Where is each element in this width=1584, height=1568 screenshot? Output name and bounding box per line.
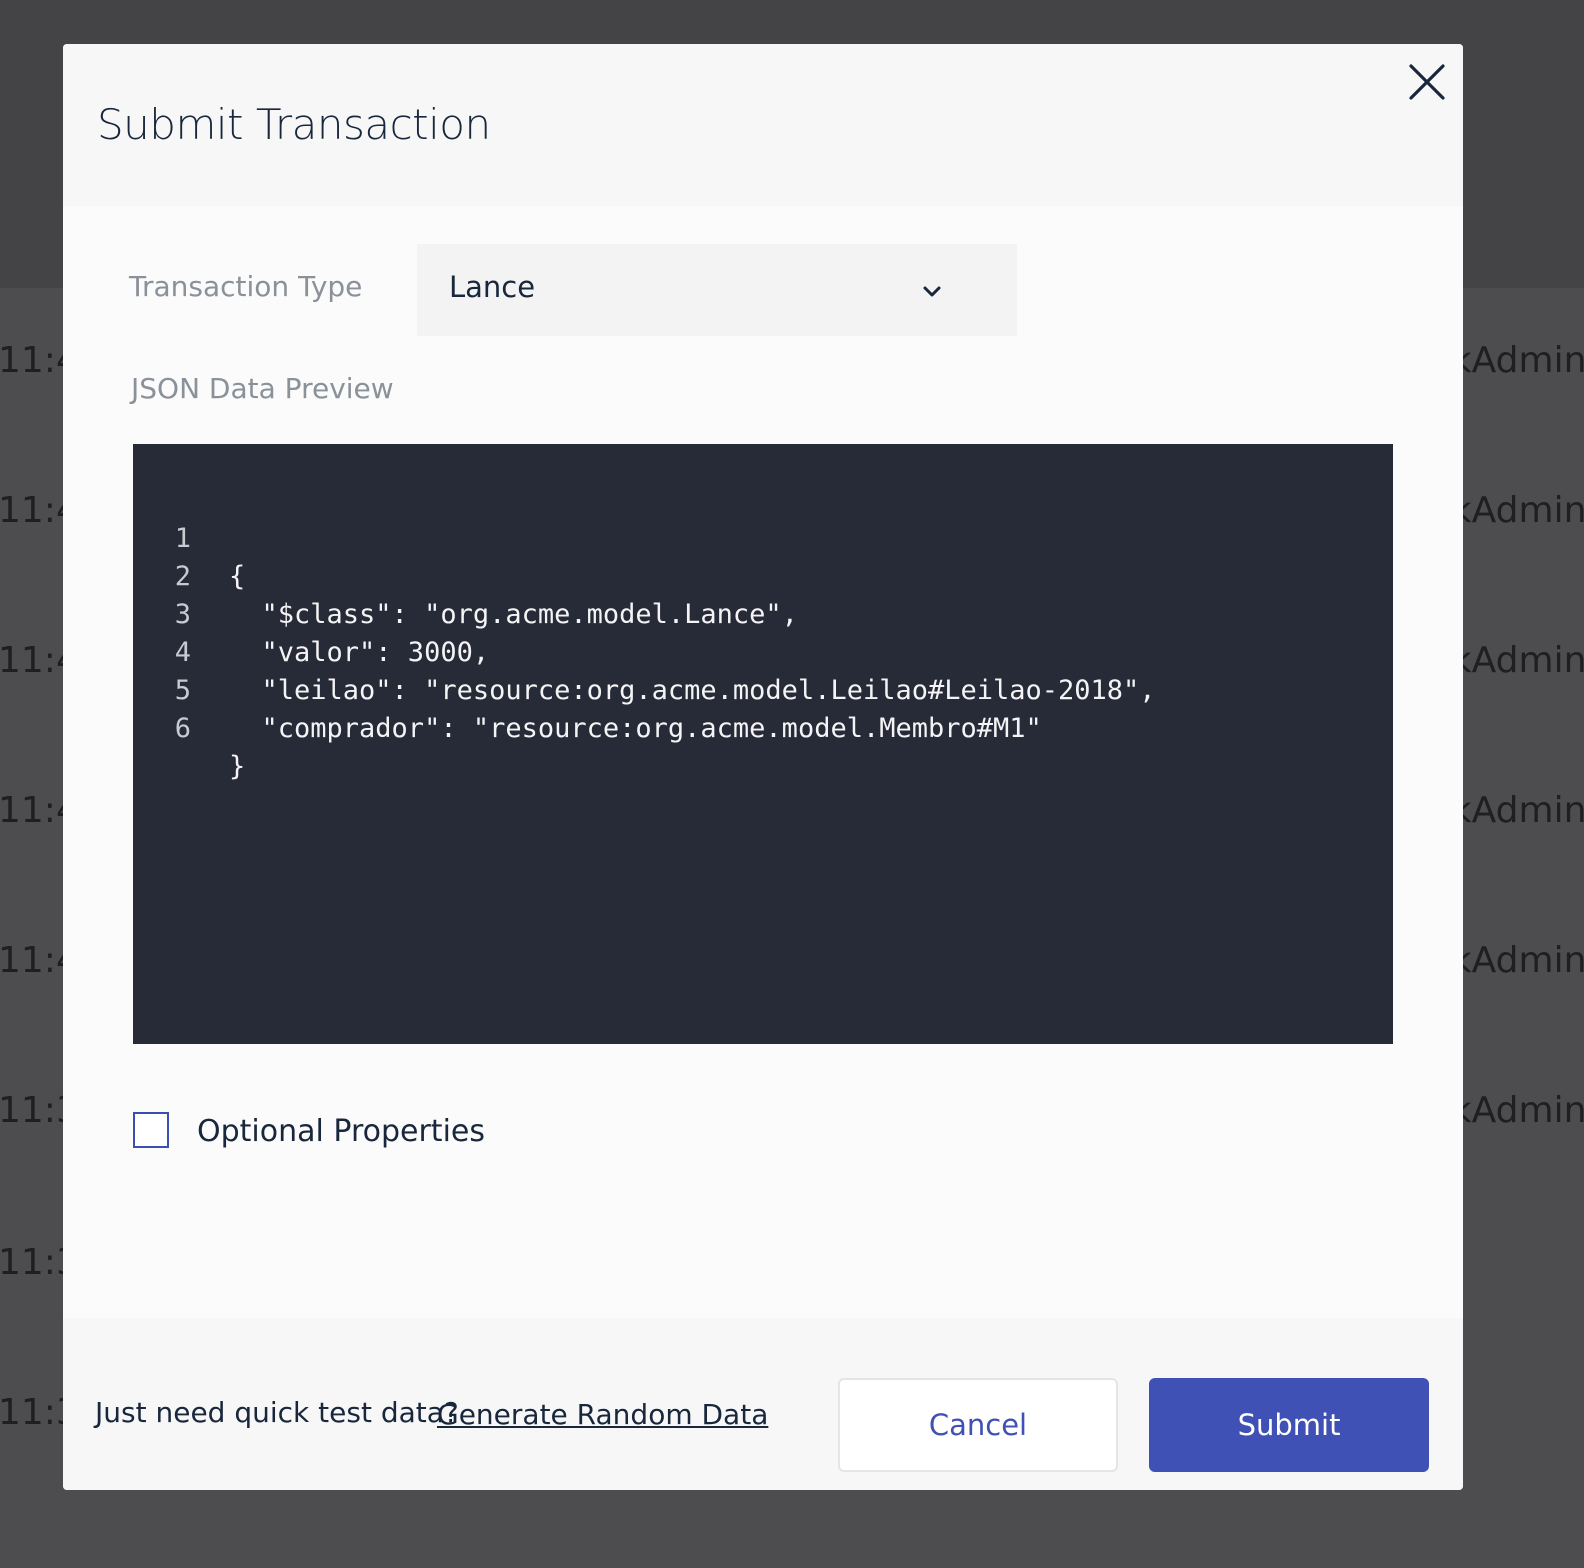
submit-button[interactable]: Submit xyxy=(1149,1378,1429,1472)
modal-body: Transaction Type Lance JSON Data Preview… xyxy=(63,206,1463,1318)
close-icon xyxy=(1409,64,1445,100)
json-code-editor[interactable]: 1 { 2 "$class": "org.acme.model.Lance", … xyxy=(133,444,1393,1044)
optional-properties-label: Optional Properties xyxy=(197,1114,485,1149)
transaction-type-value: Lance xyxy=(449,270,536,304)
code-line: 5 "comprador": "resource:org.acme.model.… xyxy=(133,634,1042,744)
transaction-type-select[interactable]: Lance xyxy=(417,244,1017,336)
quick-test-data-text: Just need quick test data? xyxy=(95,1396,459,1429)
optional-properties-checkbox[interactable] xyxy=(133,1112,169,1148)
modal-title: Submit Transaction xyxy=(97,100,491,149)
transaction-type-label: Transaction Type xyxy=(129,270,363,303)
code-line: 6 } xyxy=(133,672,263,782)
code-line: 3 "valor": 3000, xyxy=(133,558,489,668)
code-line: 2 "$class": "org.acme.model.Lance", xyxy=(133,520,798,630)
chevron-down-icon xyxy=(921,280,943,302)
modal-header: Submit Transaction xyxy=(63,44,1463,206)
modal-footer: Just need quick test data? Generate Rand… xyxy=(63,1318,1463,1490)
submit-transaction-modal: Submit Transaction Transaction Type Lanc… xyxy=(63,44,1463,1490)
json-preview-label: JSON Data Preview xyxy=(131,372,394,405)
code-text: "leilao": "resource:org.acme.model.Leila… xyxy=(229,675,1156,706)
close-button[interactable] xyxy=(1407,62,1447,102)
code-line: 4 "leilao": "resource:org.acme.model.Lei… xyxy=(133,596,1156,706)
generate-random-data-link[interactable]: Generate Random Data xyxy=(437,1398,768,1431)
cancel-button[interactable]: Cancel xyxy=(838,1378,1118,1472)
code-line: 1 { xyxy=(133,482,263,592)
line-number: 6 xyxy=(174,713,191,744)
code-text: "comprador": "resource:org.acme.model.Me… xyxy=(229,713,1042,744)
code-text: } xyxy=(229,751,246,782)
code-text: "$class": "org.acme.model.Lance", xyxy=(229,599,798,630)
code-text: "valor": 3000, xyxy=(229,637,490,668)
